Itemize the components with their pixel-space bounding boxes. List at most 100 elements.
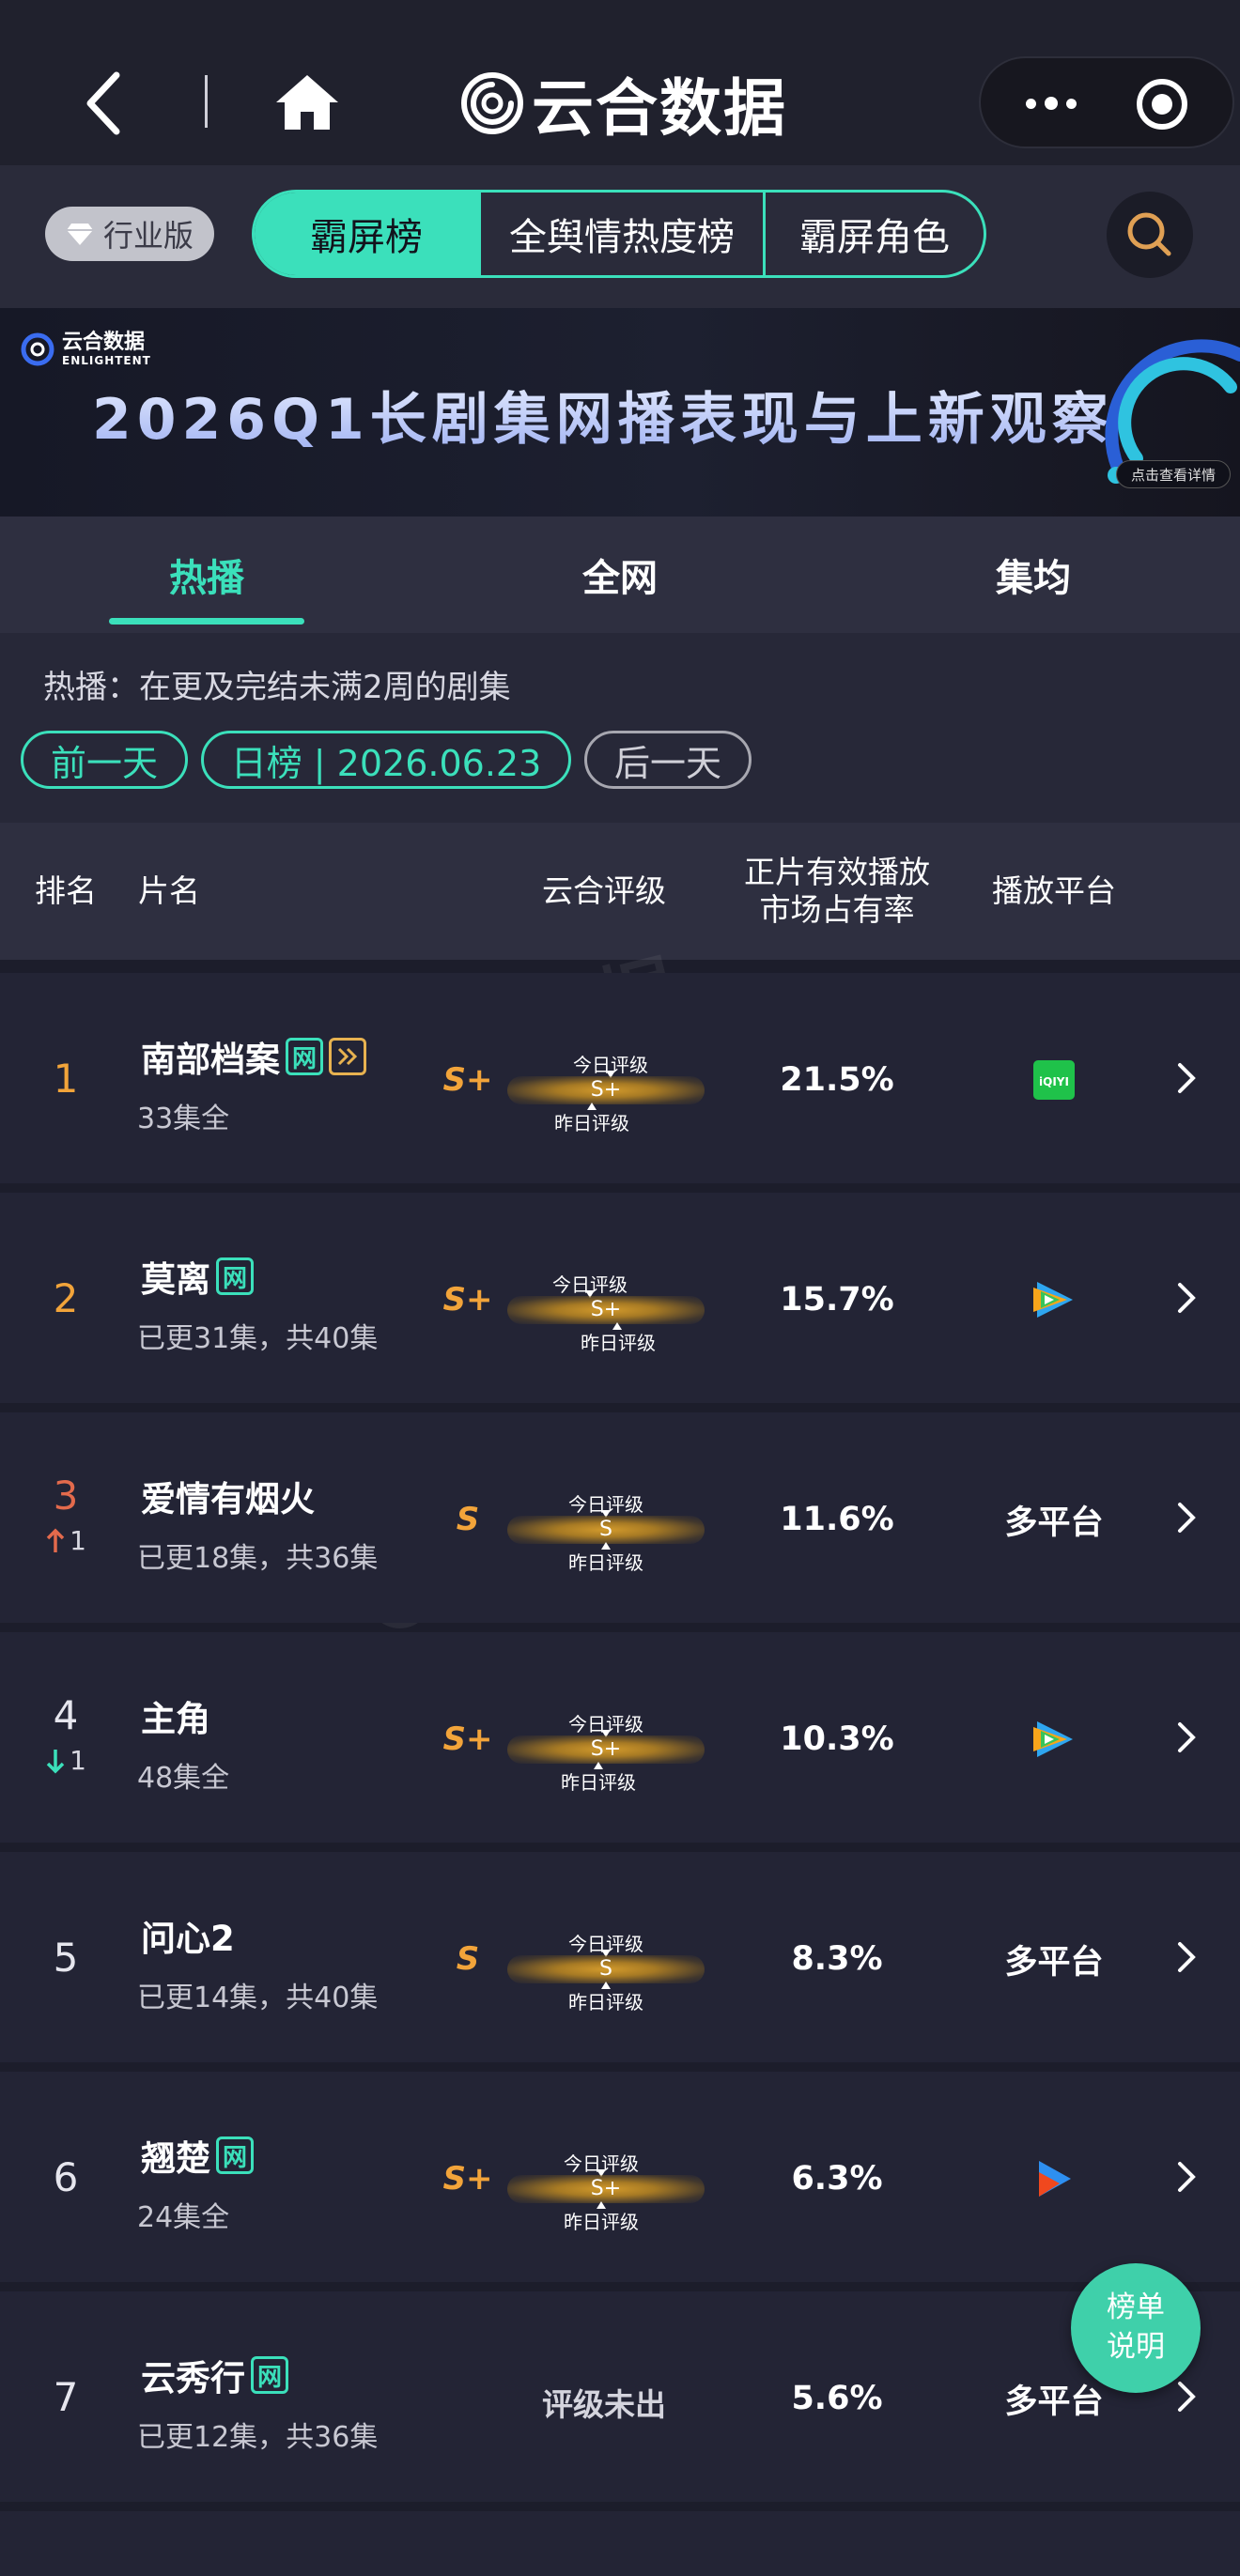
more-button[interactable] [1009,75,1093,131]
tab-top-roles[interactable]: 霸屏角色 [763,193,984,275]
youku-icon [1039,2161,1071,2197]
grade-gauge: 今日评级 S 昨日评级 [507,1929,705,2013]
gauge-grade: S+ [590,1078,622,1102]
gauge-grade: S+ [590,1298,622,1321]
grade-gauge: 今日评级 S+ 昨日评级 [507,1050,705,1134]
banner-logo-cn: 云合数据 [62,331,146,354]
rank-change: 1 [28,1525,103,1556]
date-picker-button[interactable]: 日榜 | 2026.06.23 [201,731,571,789]
gauge-grade: S+ [590,1737,622,1761]
grade-value: S [456,1940,480,1978]
header-share: 正片有效播放 市场占有率 [733,823,941,960]
gauge-yesterday-label: 昨日评级 [554,1112,629,1134]
search-button[interactable] [1107,192,1193,278]
episode-status: 48集全 [137,1762,230,1795]
market-share: 15.7% [780,1281,894,1319]
grade-pending: 评级未出 [542,2386,666,2423]
brand-name: 云合数据 [532,72,787,145]
hot-definition-note: 热播：在更及完结未满2周的剧集 [43,669,511,706]
header-share-line1: 正片有效播放 [744,854,930,891]
tencent-video-icon [1033,1282,1073,1318]
rank-number: 6 [53,2154,79,2200]
prev-day-button[interactable]: 前一天 [21,731,188,789]
edition-label: 行业版 [102,218,194,254]
close-miniprogram-button[interactable] [1137,79,1187,130]
grade-value: S [456,1501,480,1538]
table-row[interactable]: 2 莫离 网 已更31集，共40集 S+ 今日评级 S+ 昨日评级 15.7% [0,1193,1240,1403]
back-button[interactable] [75,68,132,139]
rank-number: 5 [53,1935,79,1981]
web-series-tag: 网 [251,2356,288,2394]
market-share: 8.3% [791,1940,883,1978]
gauge-yesterday-label: 昨日评级 [564,2211,639,2233]
tab-per-episode[interactable]: 集均 [936,517,1131,633]
more-dot [1066,98,1077,109]
gauge-grade: S+ [590,2177,622,2200]
chevron-right-icon [1178,1942,1196,1972]
active-tab-indicator [109,618,304,625]
home-icon [276,75,338,130]
table-row[interactable]: 7 云秀行 网 已更12集，共36集 评级未出 5.6% 多平台 [0,2291,1240,2502]
table-row[interactable]: 5 问心2 已更14集，共40集 S 今日评级 S 昨日评级 8.3% 多平台 [0,1852,1240,2062]
rank-number: 2 [53,1275,79,1321]
table-row[interactable]: 6 翘楚 网 24集全 S+ 今日评级 S+ 昨日评级 6.3% [0,2072,1240,2282]
gauge-grade: S [599,1518,612,1541]
chevron-right-icon [1178,1722,1196,1752]
grade-gauge: 今日评级 S+ 昨日评级 [507,1709,705,1794]
tab-all-network[interactable]: 全网 [522,517,718,633]
episode-status: 已更12集，共36集 [137,2421,379,2454]
home-button[interactable] [274,73,340,131]
chevron-right-icon [1178,1063,1196,1093]
brand: 云合数据 [460,66,787,145]
table-row[interactable]: 4 1 主角 48集全 S+ 今日评级 S+ 昨日评级 10.3% [0,1632,1240,1843]
fab-line2: 说明 [1107,2330,1165,2364]
rank-change-value: 1 [70,1525,86,1556]
rank-number: 3 [53,1473,79,1519]
header-name: 片名 [138,872,200,910]
gauge-yesterday-label: 昨日评级 [568,1991,643,2013]
banner-logo-en: ENLIGHTENT [62,354,151,367]
next-day-button[interactable]: 后一天 [584,731,752,789]
table-row[interactable]: 3 1 爱情有烟火 已更18集，共36集 S 今日评级 S 昨日评级 11.6%… [0,1412,1240,1623]
enlightent-logo-icon [21,332,54,366]
platform-text: 多平台 [1004,1943,1104,1982]
header-grade: 云合评级 [542,872,666,910]
web-series-tag: 网 [286,1038,323,1075]
banner-title: 2026Q1长剧集网播表现与上新观察 [92,374,1114,455]
promo-banner[interactable]: 云合数据 ENLIGHTENT 2026Q1长剧集网播表现与上新观察 点击查看详… [0,308,1240,517]
episode-status: 已更14集，共40集 [137,1982,379,2014]
drama-title: 云秀行 [141,2358,245,2399]
episode-status: 33集全 [137,1103,230,1135]
rank-change: 1 [28,1745,103,1776]
double-chevron-icon [337,1047,358,1066]
grade-value: S+ [442,2160,493,2198]
table-row[interactable] [0,2511,1240,2576]
tab-hot[interactable]: 热播 [109,517,304,633]
top-nav: 云合数据 [0,0,1240,165]
brand-logo-icon [461,72,523,134]
sub-tabs: 热播 全网 集均 [0,517,1240,633]
grade-gauge: 今日评级 S+ 昨日评级 [507,1270,705,1354]
drama-title: 主角 [141,1699,210,1739]
episode-status: 已更18集，共36集 [137,1542,379,1575]
table-row[interactable]: 1 南部档案 网 33集全 S+ 今日评级 S+ 昨日评级 21.5% iQIY… [0,973,1240,1183]
platform-cell [979,1272,1129,1328]
platform-cell [979,1711,1129,1767]
banner-detail-link[interactable]: 点击查看详情 [1116,460,1231,488]
list-info: 热播：在更及完结未满2周的剧集 前一天 日榜 | 2026.06.23 后一天 [0,633,1240,823]
rank-number: 4 [53,1692,79,1738]
ranking-explanation-button[interactable]: 榜单 说明 [1071,2263,1201,2393]
chevron-right-icon [1178,1283,1196,1313]
tab-public-opinion-heat[interactable]: 全舆情热度榜 [478,193,763,275]
chevron-right-icon [1178,2162,1196,2192]
market-share: 21.5% [780,1061,894,1099]
web-series-tag: 网 [216,2136,254,2174]
miniprogram-capsule [979,56,1234,148]
tab-bapingbang[interactable]: 霸屏榜 [255,193,478,275]
drama-title: 爱情有烟火 [141,1479,315,1519]
episode-status: 24集全 [137,2201,230,2234]
market-share: 11.6% [780,1501,894,1538]
iqiyi-icon: iQIYI [1033,1060,1075,1100]
grade-gauge: 今日评级 S 昨日评级 [507,1489,705,1574]
edition-badge[interactable]: 行业版 [45,207,214,261]
